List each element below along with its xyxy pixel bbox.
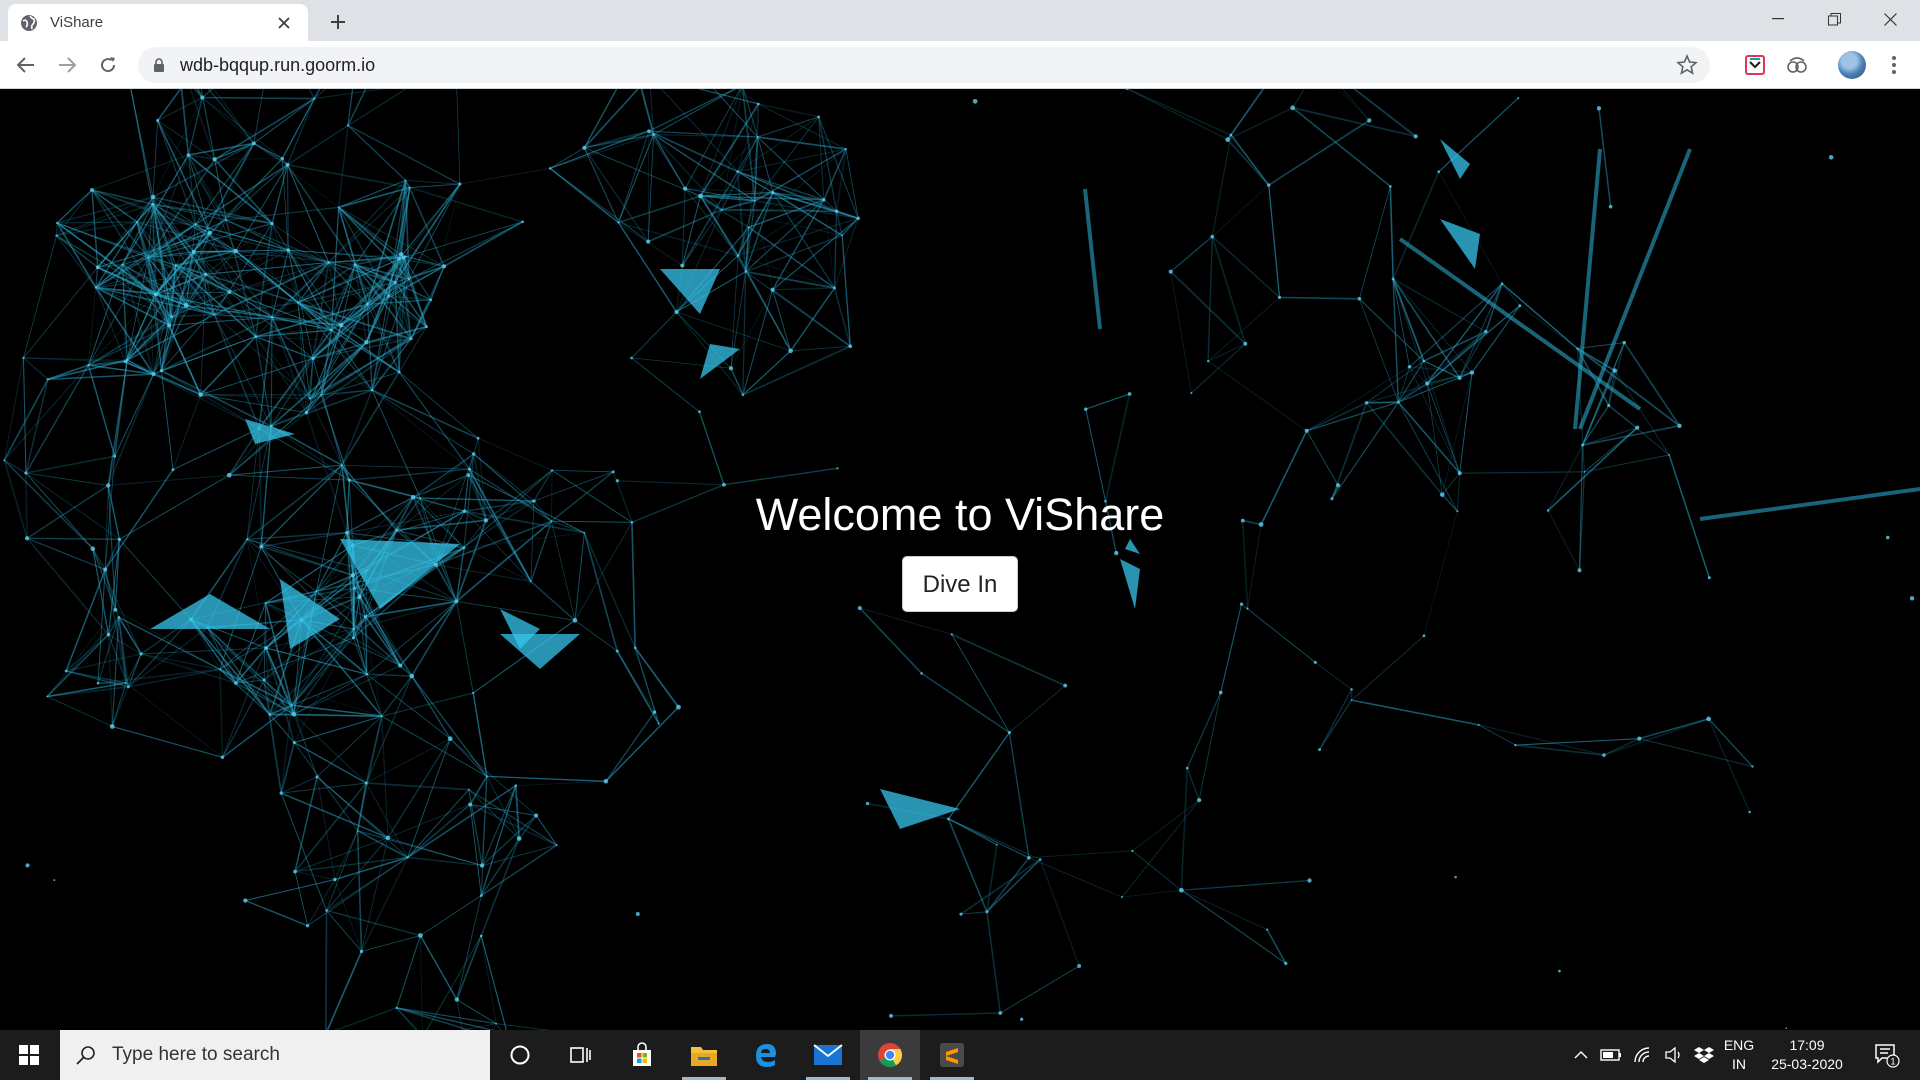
lock-icon [154, 58, 164, 72]
system-clock[interactable]: 17:09 25-03-2020 [1765, 1036, 1849, 1074]
forward-icon[interactable] [51, 49, 83, 81]
edge-browser-icon[interactable] [736, 1030, 796, 1080]
cortana-icon[interactable] [490, 1030, 550, 1080]
task-view-icon[interactable] [550, 1030, 610, 1080]
battery-icon[interactable] [1596, 1030, 1626, 1080]
new-tab-icon[interactable] [324, 8, 352, 36]
tab-title: ViShare [50, 14, 104, 31]
language-indicator[interactable]: ENG IN [1716, 1036, 1762, 1074]
extension-icon[interactable] [1784, 52, 1810, 78]
search-placeholder: Type here to search [112, 1044, 280, 1065]
clock-date: 25-03-2020 [1771, 1056, 1843, 1072]
file-explorer-icon[interactable] [674, 1030, 734, 1080]
mail-icon[interactable] [798, 1030, 858, 1080]
pocket-extension-icon[interactable] [1742, 52, 1768, 78]
action-center-icon[interactable]: 1 [1862, 1030, 1912, 1080]
show-hidden-icons-chevron-icon[interactable] [1568, 1030, 1594, 1080]
reload-icon[interactable] [92, 49, 124, 81]
microsoft-store-icon[interactable] [612, 1030, 672, 1080]
more-menu-icon[interactable] [1882, 49, 1906, 81]
bookmark-star-icon[interactable] [1676, 54, 1698, 76]
page-viewport: Welcome to ViShare Dive In [0, 89, 1920, 1030]
dropbox-icon[interactable] [1690, 1030, 1718, 1080]
clock-time: 17:09 [1789, 1037, 1825, 1053]
start-button[interactable] [0, 1030, 58, 1080]
url-text: wdb-bqqup.run.goorm.io [180, 54, 376, 75]
page-title: Welcome to ViShare [755, 489, 1165, 540]
browser-tab[interactable]: ViShare [8, 4, 308, 41]
tab-strip: ViShare [0, 0, 1920, 41]
search-icon [76, 1046, 95, 1065]
windows-taskbar: Type here to search ENG IN 17:09 25-03-2… [0, 1030, 1920, 1080]
globe-icon [21, 14, 37, 31]
restore-icon[interactable] [1806, 0, 1862, 38]
dive-in-button[interactable]: Dive In [901, 556, 1019, 612]
volume-icon[interactable] [1660, 1030, 1690, 1080]
windows-logo-icon [19, 1045, 39, 1065]
chrome-icon[interactable] [860, 1030, 920, 1080]
close-window-icon[interactable] [1862, 0, 1918, 38]
notification-count: 1 [1890, 1057, 1895, 1067]
close-tab-icon[interactable] [272, 11, 296, 35]
language-code: ENG [1723, 1037, 1755, 1053]
profile-avatar[interactable] [1838, 51, 1866, 79]
address-bar[interactable]: wdb-bqqup.run.goorm.io [138, 47, 1710, 83]
region-code: IN [1732, 1056, 1746, 1072]
sublime-text-icon[interactable] [922, 1030, 982, 1080]
wifi-icon[interactable] [1628, 1030, 1658, 1080]
taskbar-search-box[interactable]: Type here to search [60, 1030, 490, 1080]
back-icon[interactable] [10, 49, 42, 81]
hero-section: Welcome to ViShare Dive In [0, 489, 1920, 612]
minimize-icon[interactable] [1750, 0, 1806, 38]
browser-toolbar: wdb-bqqup.run.goorm.io [0, 41, 1920, 89]
